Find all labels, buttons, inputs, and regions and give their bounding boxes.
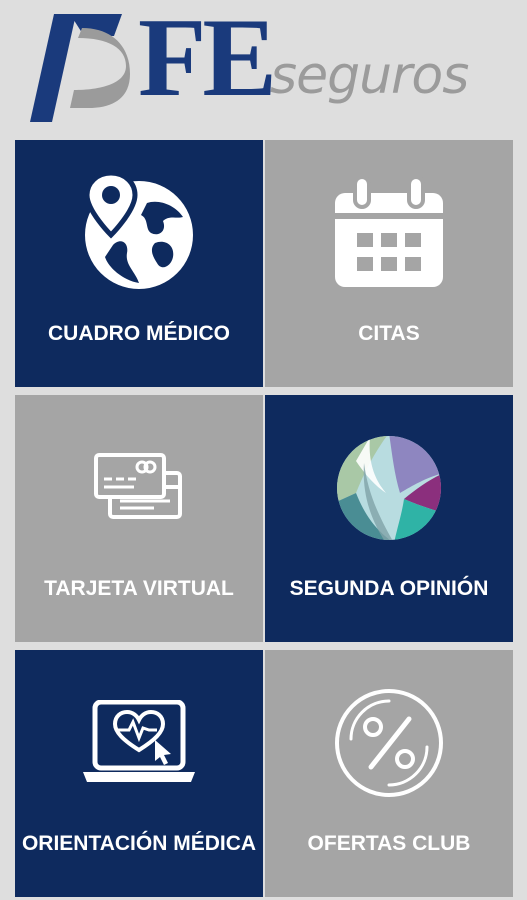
tile-ofertas-club[interactable]: OFERTAS CLUB	[265, 650, 513, 897]
tile-orientacion-medica[interactable]: ORIENTACIÓN MÉDICA	[15, 650, 263, 897]
tile-label: CUADRO MÉDICO	[48, 322, 230, 345]
tile-citas[interactable]: CITAS	[265, 140, 513, 387]
app-header: FE seguros	[0, 0, 527, 138]
tile-label: TARJETA VIRTUAL	[44, 577, 234, 600]
tile-label: ORIENTACIÓN MÉDICA	[21, 832, 257, 855]
tile-cuadro-medico[interactable]: CUADRO MÉDICO	[15, 140, 263, 387]
fe-logo-icon	[30, 14, 130, 122]
tile-label: CITAS	[358, 322, 420, 345]
tile-segunda-opinion[interactable]: SEGUNDA OPINIÓN	[265, 395, 513, 642]
credit-card-icon	[94, 452, 182, 519]
color-sphere-icon	[337, 435, 441, 540]
tile-label: SEGUNDA OPINIÓN	[289, 577, 489, 600]
menu-grid: CUADRO MÉDICO CITAS TARJETA VIRTUAL SEGU…	[15, 140, 513, 897]
tile-tarjeta-virtual[interactable]: TARJETA VIRTUAL	[15, 395, 263, 642]
brand-wordmark: FE	[138, 0, 277, 120]
percent-badge-icon	[335, 688, 443, 797]
tile-label: OFERTAS CLUB	[307, 832, 471, 855]
globe-location-icon	[84, 172, 193, 289]
calendar-icon	[335, 176, 443, 287]
laptop-heart-icon	[83, 699, 195, 782]
brand-tagline: seguros	[270, 46, 469, 106]
